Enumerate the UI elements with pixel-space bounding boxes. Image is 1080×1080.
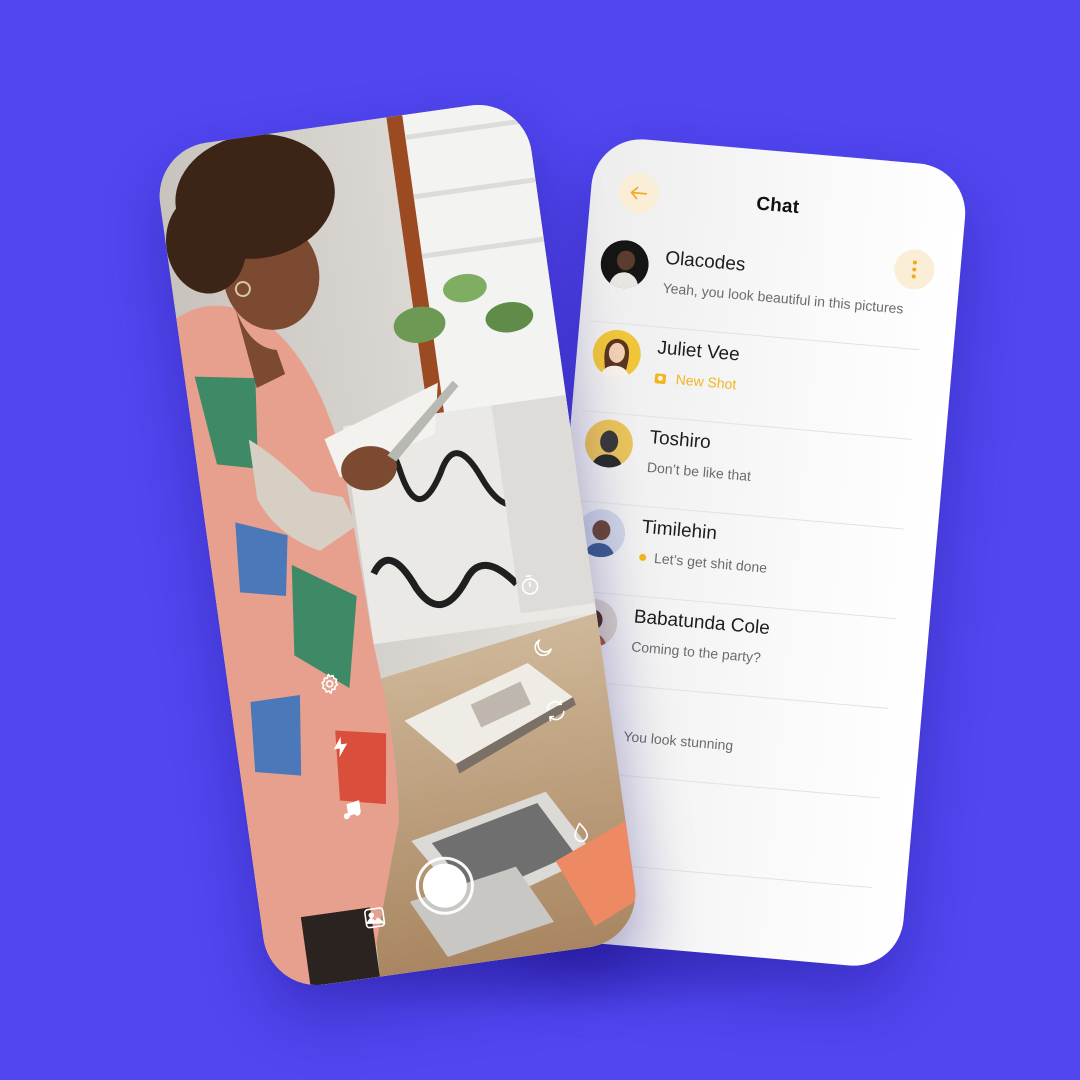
- conversation-preview: You look stunning: [622, 727, 734, 754]
- settings-icon: [321, 673, 339, 695]
- avatar: [584, 419, 633, 469]
- flip-camera-icon: [546, 699, 565, 722]
- night-mode-icon: [534, 639, 552, 657]
- conversation-name: Toshiro: [648, 427, 712, 454]
- conversation-preview-text: Let’s get shit done: [653, 549, 768, 576]
- timer-icon: [521, 574, 539, 595]
- conversation-name: Timilehin: [640, 516, 718, 545]
- conversation-preview: Yeah, you look beautiful in this picture…: [662, 279, 905, 317]
- conversation-name: Babatunda Cole: [633, 606, 771, 640]
- shutter-inner: [420, 860, 470, 911]
- avatar: [600, 240, 649, 290]
- conversation-name: Olacodes: [664, 247, 747, 276]
- filter-drop-icon: [574, 822, 588, 843]
- conversation-preview: Let’s get shit done: [638, 549, 768, 576]
- camera-viewfinder-photo[interactable]: [152, 98, 643, 992]
- avatar: [592, 329, 641, 380]
- gallery-button[interactable]: [360, 903, 389, 932]
- settings-button[interactable]: [315, 669, 344, 698]
- new-shot-label: New Shot: [675, 371, 738, 393]
- timer-button[interactable]: [515, 570, 544, 599]
- music-button[interactable]: [337, 795, 366, 824]
- conversation-preview: Don’t be like that: [646, 458, 752, 484]
- unread-indicator: [638, 553, 647, 562]
- flip-camera-button[interactable]: [541, 696, 570, 725]
- night-mode-button[interactable]: [528, 633, 557, 662]
- music-icon: [343, 800, 361, 820]
- filter-button[interactable]: [566, 818, 595, 847]
- camera-screen: [152, 98, 643, 992]
- flash-icon: [333, 736, 348, 758]
- flash-button[interactable]: [326, 732, 355, 761]
- gallery-icon: [364, 907, 386, 929]
- camera-icon: [654, 373, 667, 385]
- conversation-preview: New Shot: [654, 369, 737, 392]
- conversation-preview: Coming to the party?: [630, 638, 762, 666]
- conversation-name: Juliet Vee: [656, 337, 741, 366]
